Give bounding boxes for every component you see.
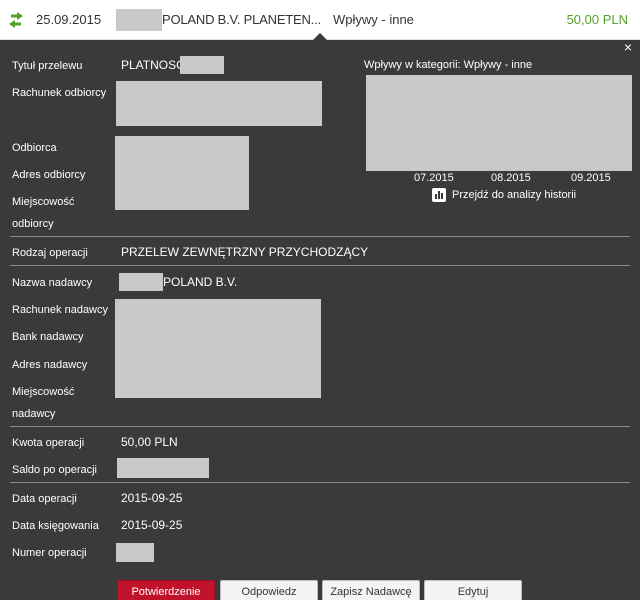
masked-sender-prefix bbox=[116, 9, 162, 31]
masked-operation-number bbox=[116, 543, 154, 562]
operation-date-value: 2015-09-25 bbox=[121, 491, 183, 505]
sender-city-label: Miejscowość bbox=[12, 386, 75, 398]
transaction-date: 25.09.2015 bbox=[36, 12, 102, 27]
booking-date-label: Data księgowania bbox=[12, 520, 99, 532]
masked-sender-name-prefix bbox=[119, 273, 163, 291]
chart-tick: 09.2015 bbox=[571, 172, 611, 184]
operation-type-value: PRZELEW ZEWNĘTRZNY PRZYCHODZĄCY bbox=[121, 245, 369, 259]
sender-account-label: Rachunek nadawcy bbox=[12, 304, 109, 316]
recipient-label: Odbiorca bbox=[12, 142, 57, 154]
history-analysis-label: Przejdź do analizy historii bbox=[452, 189, 577, 201]
recipient-address-label: Adres odbiorcy bbox=[12, 169, 86, 181]
bar-chart-icon bbox=[432, 188, 446, 202]
sender-bank-label: Bank nadawcy bbox=[12, 331, 84, 343]
amount-value: 50,00 PLN bbox=[121, 435, 178, 449]
masked-title-suffix bbox=[180, 56, 224, 74]
incoming-transfer-icon bbox=[9, 12, 23, 28]
masked-recipient-details bbox=[115, 136, 249, 210]
chart-tick: 07.2015 bbox=[414, 172, 454, 184]
divider bbox=[10, 482, 630, 483]
operation-number-label: Numer operacji bbox=[12, 547, 87, 559]
reply-button[interactable]: Odpowiedz bbox=[220, 580, 318, 600]
transaction-header[interactable]: 25.09.2015 POLAND B.V. PLANETEN... Wpływ… bbox=[0, 0, 640, 40]
balance-after-label: Saldo po operacji bbox=[12, 464, 98, 476]
edit-button[interactable]: Edytuj bbox=[424, 580, 522, 600]
masked-sender-details bbox=[115, 299, 321, 398]
recipient-account-label: Rachunek odbiorcy bbox=[12, 87, 107, 99]
title-value: PLATNOSC bbox=[121, 58, 185, 72]
chart-title: Wpływy w kategorii: Wpływy - inne bbox=[364, 59, 533, 71]
amount-label: Kwota operacji bbox=[12, 437, 85, 449]
booking-date-value: 2015-09-25 bbox=[121, 518, 183, 532]
close-icon[interactable]: × bbox=[622, 40, 634, 54]
divider bbox=[10, 426, 630, 427]
chart-tick: 08.2015 bbox=[491, 172, 531, 184]
transaction-amount: 50,00 PLN bbox=[566, 12, 628, 27]
masked-balance bbox=[117, 458, 209, 478]
divider bbox=[10, 236, 630, 237]
title-label: Tytuł przelewu bbox=[12, 60, 83, 72]
sender-name-value: POLAND B.V. bbox=[163, 275, 238, 289]
panel-notch bbox=[313, 33, 327, 40]
masked-history-chart bbox=[366, 75, 632, 171]
masked-recipient-account bbox=[116, 81, 322, 126]
recipient-city-label-line2: odbiorcy bbox=[12, 218, 54, 230]
operation-date-label: Data operacji bbox=[12, 493, 77, 505]
divider bbox=[10, 265, 630, 266]
sender-name-label: Nazwa nadawcy bbox=[12, 277, 93, 289]
sender-city-label-line2: nadawcy bbox=[12, 408, 56, 420]
transaction-category: Wpływy - inne bbox=[333, 12, 414, 27]
chart-category: Wpływy - inne bbox=[463, 59, 533, 71]
save-sender-button[interactable]: Zapisz Nadawcę bbox=[322, 580, 420, 600]
operation-type-label: Rodzaj operacji bbox=[12, 247, 88, 259]
sender-address-label: Adres nadawcy bbox=[12, 359, 88, 371]
recipient-city-label: Miejscowość bbox=[12, 196, 75, 208]
confirmation-button[interactable]: Potwierdzenie bbox=[117, 580, 215, 600]
transaction-title: POLAND B.V. PLANETEN... bbox=[162, 12, 321, 27]
